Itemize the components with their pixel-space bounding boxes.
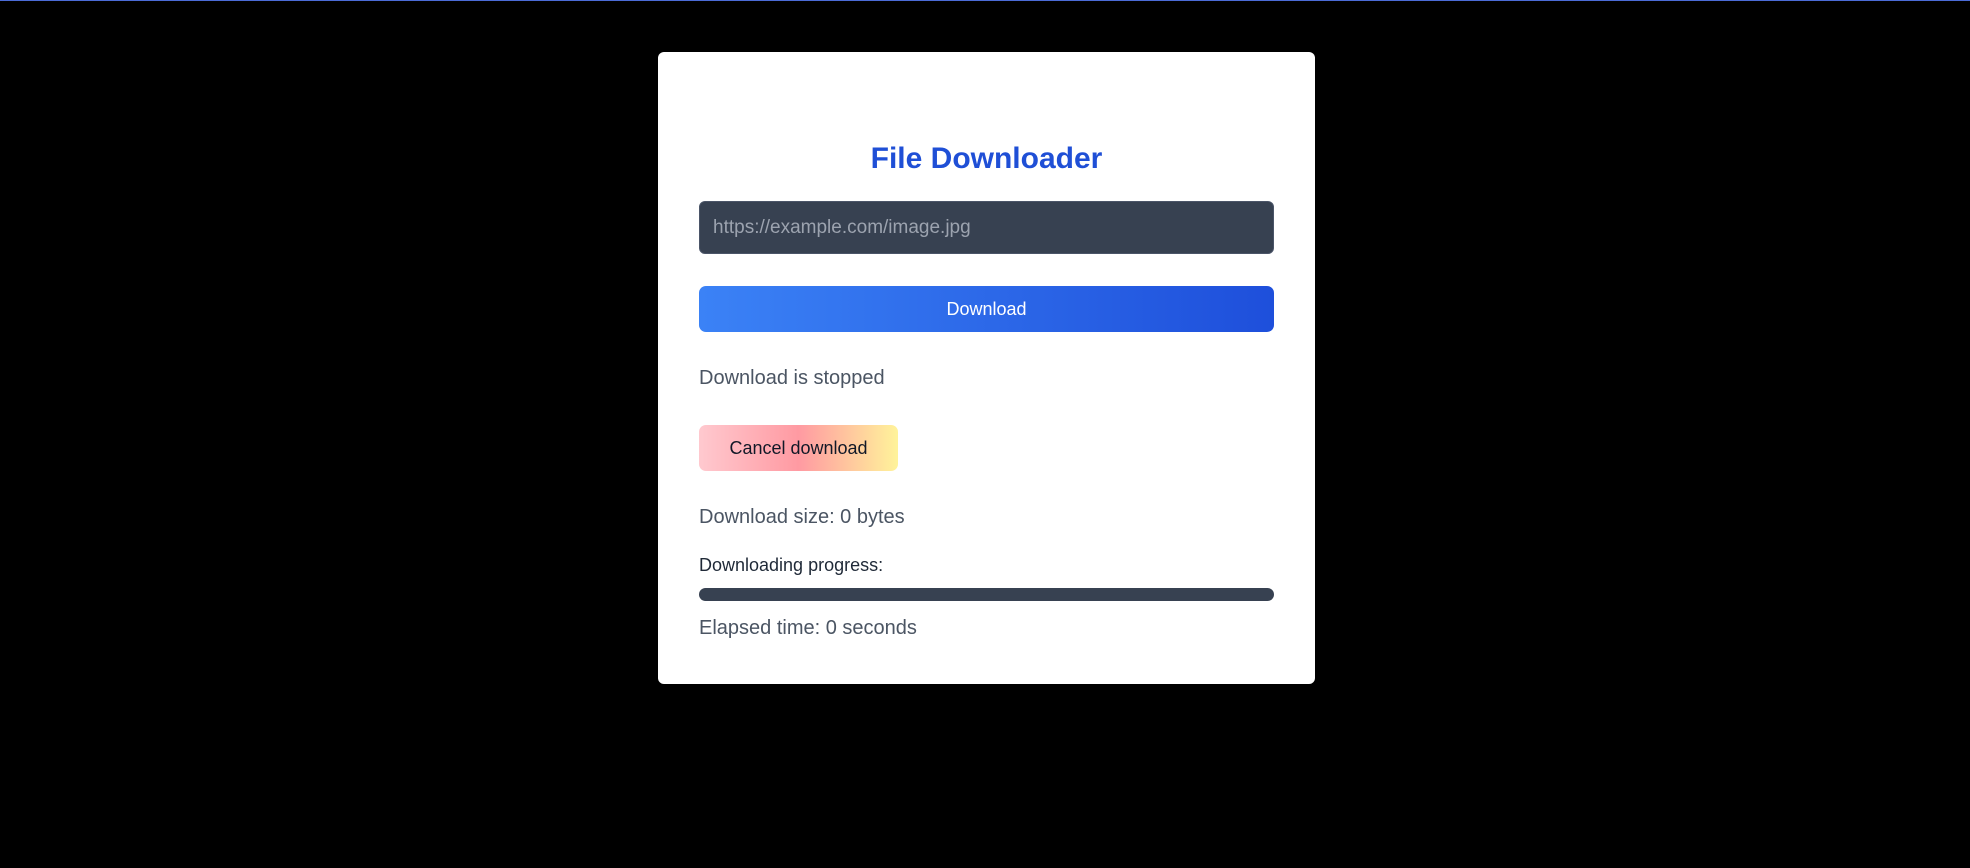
top-border-line — [0, 0, 1970, 1]
downloader-card: File Downloader Download Download is sto… — [658, 52, 1315, 684]
url-input[interactable] — [699, 201, 1274, 254]
elapsed-time-text: Elapsed time: 0 seconds — [699, 617, 917, 639]
download-status-text: Download is stopped — [699, 367, 885, 389]
download-button[interactable]: Download — [699, 286, 1274, 332]
page-title: File Downloader — [870, 142, 1103, 175]
progress-label: Downloading progress: — [699, 555, 884, 575]
download-size-text: Download size: 0 bytes — [699, 506, 905, 528]
progress-bar — [699, 588, 1274, 601]
cancel-download-button[interactable]: Cancel download — [699, 425, 898, 471]
